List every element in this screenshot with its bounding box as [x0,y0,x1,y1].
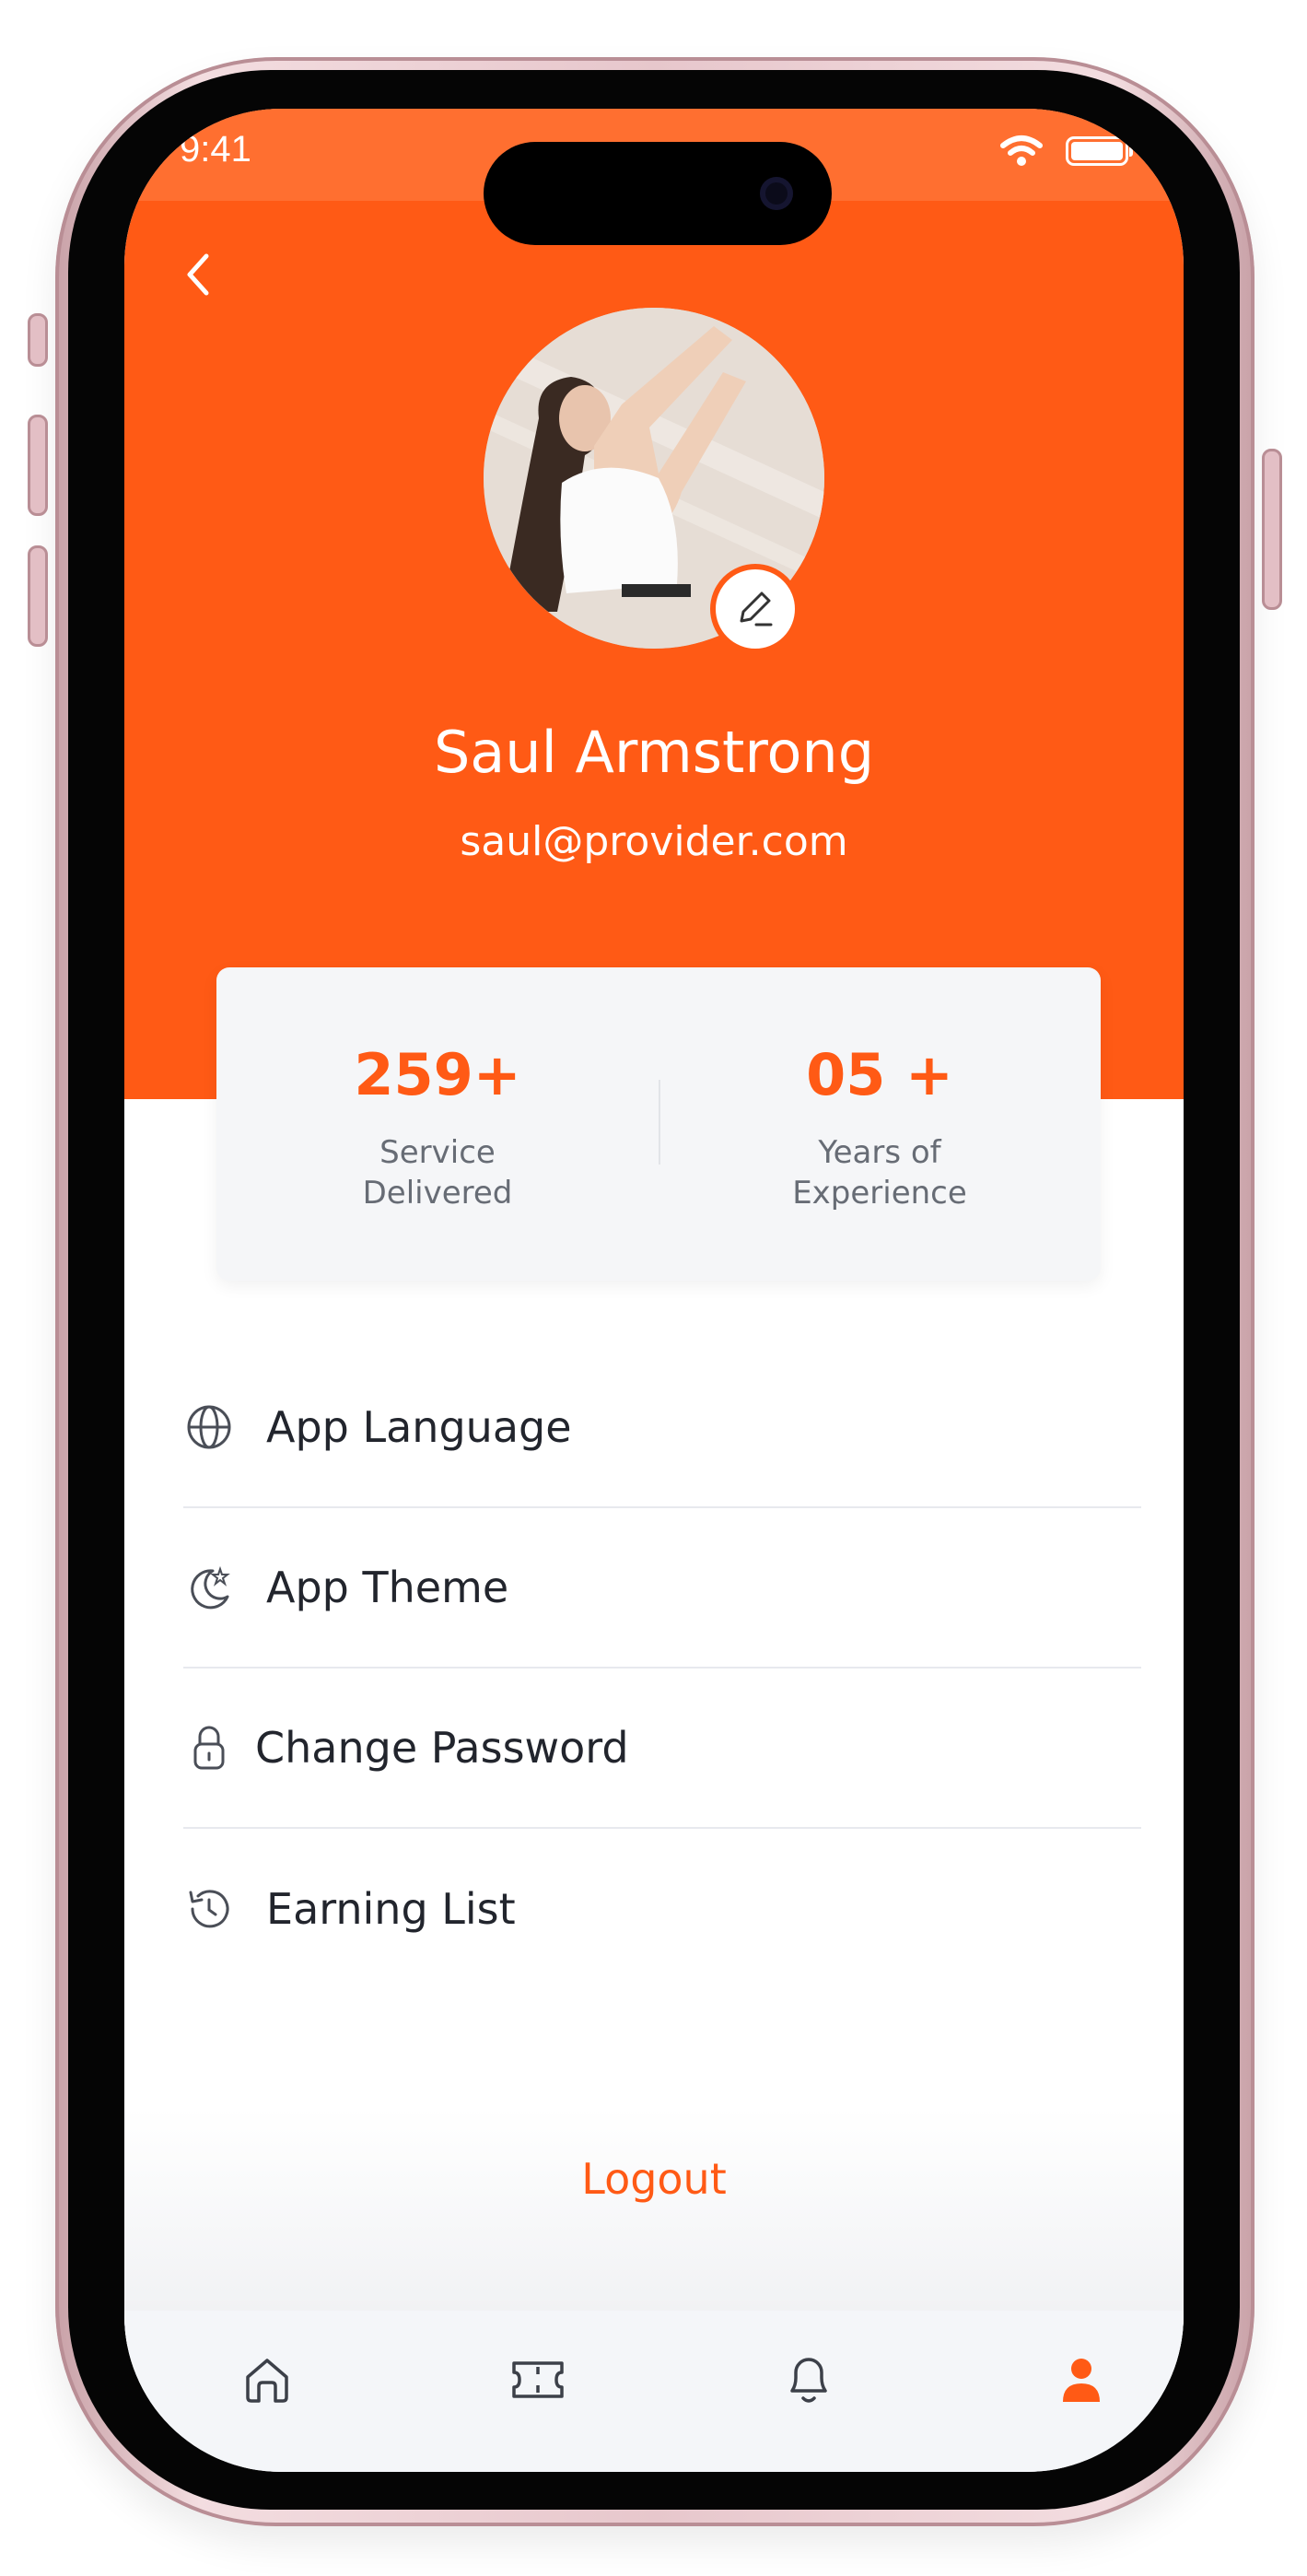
status-icons [999,135,1133,168]
stat-services: 259+ Service Delivered [216,967,659,1281]
app-screen: 9:41 Saul Armstrong saul@provider.com 25… [124,109,1184,2472]
menu-item-app-language[interactable]: App Language [183,1348,1141,1508]
tab-bookings[interactable] [487,2329,589,2430]
stats-card: 259+ Service Delivered 05 + Years of Exp… [216,967,1101,1281]
menu-label: Change Password [255,1723,629,1773]
menu-item-change-password[interactable]: Change Password [183,1669,1141,1829]
stat-label: Service Delivered [362,1134,513,1212]
pencil-icon [740,591,773,626]
logout-button[interactable]: Logout [124,2154,1184,2204]
edit-profile-button[interactable] [710,564,800,654]
chevron-left-icon [187,253,209,296]
tab-profile[interactable] [1031,2329,1132,2430]
profile-name: Saul Armstrong [433,719,875,786]
menu-item-app-theme[interactable]: App Theme [183,1508,1141,1669]
dynamic-island [484,142,832,245]
stat-label: Years of Experience [792,1134,967,1212]
tab-notifications[interactable] [758,2329,859,2430]
stat-value: 05 + [806,1041,953,1108]
action-button [28,313,48,367]
profile-email: saul@provider.com [460,818,848,865]
menu-label: Earning List [266,1884,516,1934]
status-time: 9:41 [180,129,251,170]
stat-experience: 05 + Years of Experience [659,967,1101,1281]
stat-value: 259+ [354,1041,521,1108]
home-icon [246,2359,288,2403]
ticket-icon [512,2361,564,2398]
bottom-tab-bar [124,2311,1184,2472]
volume-down-button [28,545,48,647]
power-button [1262,449,1282,610]
menu-item-earning-list[interactable]: Earning List [183,1829,1141,1989]
lock-icon [183,1722,235,1774]
battery-icon [1066,136,1133,166]
wifi-icon [1000,135,1043,166]
volume-up-button [28,415,48,516]
bell-icon [790,2358,827,2403]
history-icon [183,1883,235,1935]
profile-icon [1063,2359,1100,2402]
tab-home[interactable] [216,2329,318,2430]
menu-label: App Theme [266,1563,509,1612]
moon-star-icon [183,1562,235,1613]
menu-label: App Language [266,1402,572,1452]
settings-menu: App Language App Theme Change Password E… [183,1348,1141,1989]
back-button[interactable] [170,238,226,311]
camera-icon [760,177,793,210]
globe-icon [183,1401,235,1453]
